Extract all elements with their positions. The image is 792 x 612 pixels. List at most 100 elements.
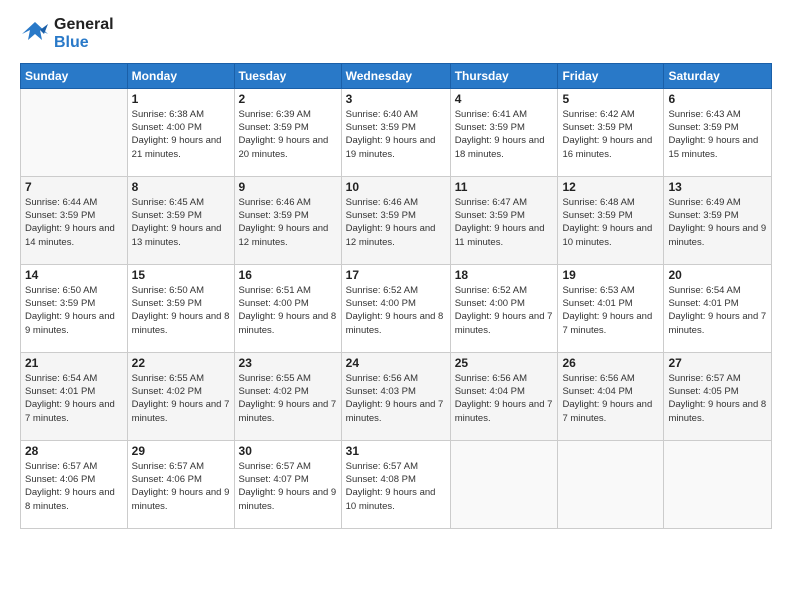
day-number: 22 bbox=[132, 356, 230, 370]
calendar-table: SundayMondayTuesdayWednesdayThursdayFrid… bbox=[20, 63, 772, 529]
day-detail: Sunrise: 6:57 AMSunset: 4:07 PMDaylight:… bbox=[239, 460, 337, 513]
calendar-cell: 25 Sunrise: 6:56 AMSunset: 4:04 PMDayligh… bbox=[450, 352, 558, 440]
calendar-cell: 8Sunrise: 6:45 AMSunset: 3:59 PMDaylight… bbox=[127, 176, 234, 264]
calendar-cell: 20 Sunrise: 6:54 AMSunset: 4:01 PMDayligh… bbox=[664, 264, 772, 352]
day-number: 9 bbox=[239, 180, 337, 194]
day-number: 17 bbox=[346, 268, 446, 282]
week-row-2: 7Sunrise: 6:44 AMSunset: 3:59 PMDaylight… bbox=[21, 176, 772, 264]
calendar-cell: 24Sunrise: 6:56 AMSunset: 4:03 PMDayligh… bbox=[341, 352, 450, 440]
week-row-1: 1Sunrise: 6:38 AMSunset: 4:00 PMDaylight… bbox=[21, 88, 772, 176]
col-header-tuesday: Tuesday bbox=[234, 63, 341, 88]
day-number: 30 bbox=[239, 444, 337, 458]
calendar-cell: 16 Sunrise: 6:51 AMSunset: 4:00 PMDayligh… bbox=[234, 264, 341, 352]
col-header-sunday: Sunday bbox=[21, 63, 128, 88]
calendar-cell: 10 Sunrise: 6:46 AMSunset: 3:59 PMDayligh… bbox=[341, 176, 450, 264]
col-header-wednesday: Wednesday bbox=[341, 63, 450, 88]
col-header-saturday: Saturday bbox=[664, 63, 772, 88]
calendar-cell: 31 Sunrise: 6:57 AMSunset: 4:08 PMDayligh… bbox=[341, 440, 450, 528]
day-detail: Sunrise: 6:51 AMSunset: 4:00 PMDaylight:… bbox=[239, 284, 337, 337]
page: General Blue SundayMondayTuesdayWednesda… bbox=[0, 0, 792, 612]
week-row-3: 14Sunrise: 6:50 AMSunset: 3:59 PMDayligh… bbox=[21, 264, 772, 352]
day-detail: Sunrise: 6:55 AMSunset: 4:02 PMDaylight:… bbox=[239, 372, 337, 425]
logo-icon bbox=[20, 20, 50, 48]
day-detail: Sunrise: 6:42 AMSunset: 3:59 PMDaylight:… bbox=[562, 108, 659, 161]
col-header-friday: Friday bbox=[558, 63, 664, 88]
day-detail: Sunrise: 6:54 AMSunset: 4:01 PMDaylight:… bbox=[25, 372, 123, 425]
day-number: 8 bbox=[132, 180, 230, 194]
day-number: 23 bbox=[239, 356, 337, 370]
calendar-cell: 17 Sunrise: 6:52 AMSunset: 4:00 PMDayligh… bbox=[341, 264, 450, 352]
logo-text-line1: General bbox=[54, 16, 114, 34]
day-number: 24 bbox=[346, 356, 446, 370]
day-detail: Sunrise: 6:48 AMSunset: 3:59 PMDaylight:… bbox=[562, 196, 659, 249]
header: General Blue bbox=[20, 16, 772, 53]
calendar-cell: 13Sunrise: 6:49 AMSunset: 3:59 PMDayligh… bbox=[664, 176, 772, 264]
day-number: 10 bbox=[346, 180, 446, 194]
day-number: 6 bbox=[668, 92, 767, 106]
day-number: 2 bbox=[239, 92, 337, 106]
calendar-cell: 29Sunrise: 6:57 AMSunset: 4:06 PMDayligh… bbox=[127, 440, 234, 528]
day-number: 20 bbox=[668, 268, 767, 282]
day-number: 26 bbox=[562, 356, 659, 370]
day-number: 15 bbox=[132, 268, 230, 282]
calendar-cell: 23 Sunrise: 6:55 AMSunset: 4:02 PMDayligh… bbox=[234, 352, 341, 440]
day-detail: Sunrise: 6:46 AMSunset: 3:59 PMDaylight:… bbox=[239, 196, 337, 249]
calendar-cell: 22 Sunrise: 6:55 AMSunset: 4:02 PMDayligh… bbox=[127, 352, 234, 440]
calendar-cell: 30 Sunrise: 6:57 AMSunset: 4:07 PMDayligh… bbox=[234, 440, 341, 528]
col-header-thursday: Thursday bbox=[450, 63, 558, 88]
calendar-cell: 21 Sunrise: 6:54 AMSunset: 4:01 PMDayligh… bbox=[21, 352, 128, 440]
day-detail: Sunrise: 6:54 AMSunset: 4:01 PMDaylight:… bbox=[668, 284, 767, 337]
day-number: 4 bbox=[455, 92, 554, 106]
day-detail: Sunrise: 6:50 AMSunset: 3:59 PMDaylight:… bbox=[25, 284, 123, 337]
day-detail: Sunrise: 6:50 AMSunset: 3:59 PMDaylight:… bbox=[132, 284, 230, 337]
calendar-cell: 1Sunrise: 6:38 AMSunset: 4:00 PMDaylight… bbox=[127, 88, 234, 176]
day-detail: Sunrise: 6:41 AMSunset: 3:59 PMDaylight:… bbox=[455, 108, 554, 161]
day-number: 18 bbox=[455, 268, 554, 282]
calendar-cell: 2 Sunrise: 6:39 AMSunset: 3:59 PMDaylight… bbox=[234, 88, 341, 176]
day-detail: Sunrise: 6:55 AMSunset: 4:02 PMDaylight:… bbox=[132, 372, 230, 425]
calendar-cell bbox=[21, 88, 128, 176]
day-detail: Sunrise: 6:53 AMSunset: 4:01 PMDaylight:… bbox=[562, 284, 659, 337]
week-row-4: 21 Sunrise: 6:54 AMSunset: 4:01 PMDayligh… bbox=[21, 352, 772, 440]
calendar-cell: 4 Sunrise: 6:41 AMSunset: 3:59 PMDaylight… bbox=[450, 88, 558, 176]
day-number: 25 bbox=[455, 356, 554, 370]
calendar-cell bbox=[558, 440, 664, 528]
logo-text-line2: Blue bbox=[54, 34, 114, 52]
day-detail: Sunrise: 6:39 AMSunset: 3:59 PMDaylight:… bbox=[239, 108, 337, 161]
day-detail: Sunrise: 6:52 AMSunset: 4:00 PMDaylight:… bbox=[346, 284, 446, 337]
day-number: 19 bbox=[562, 268, 659, 282]
day-number: 31 bbox=[346, 444, 446, 458]
day-number: 1 bbox=[132, 92, 230, 106]
day-detail: Sunrise: 6:57 AMSunset: 4:06 PMDaylight:… bbox=[25, 460, 123, 513]
day-detail: Sunrise: 6:57 AMSunset: 4:08 PMDaylight:… bbox=[346, 460, 446, 513]
day-number: 3 bbox=[346, 92, 446, 106]
calendar-cell: 11Sunrise: 6:47 AMSunset: 3:59 PMDayligh… bbox=[450, 176, 558, 264]
calendar-cell: 28 Sunrise: 6:57 AMSunset: 4:06 PMDayligh… bbox=[21, 440, 128, 528]
calendar-cell bbox=[450, 440, 558, 528]
calendar-cell: 15 Sunrise: 6:50 AMSunset: 3:59 PMDayligh… bbox=[127, 264, 234, 352]
day-number: 13 bbox=[668, 180, 767, 194]
calendar-cell: 7Sunrise: 6:44 AMSunset: 3:59 PMDaylight… bbox=[21, 176, 128, 264]
day-number: 12 bbox=[562, 180, 659, 194]
day-number: 28 bbox=[25, 444, 123, 458]
calendar-cell: 3Sunrise: 6:40 AMSunset: 3:59 PMDaylight… bbox=[341, 88, 450, 176]
day-number: 21 bbox=[25, 356, 123, 370]
week-row-5: 28 Sunrise: 6:57 AMSunset: 4:06 PMDayligh… bbox=[21, 440, 772, 528]
day-detail: Sunrise: 6:57 AMSunset: 4:05 PMDaylight:… bbox=[668, 372, 767, 425]
day-number: 5 bbox=[562, 92, 659, 106]
calendar-header-row: SundayMondayTuesdayWednesdayThursdayFrid… bbox=[21, 63, 772, 88]
day-detail: Sunrise: 6:52 AMSunset: 4:00 PMDaylight:… bbox=[455, 284, 554, 337]
day-number: 27 bbox=[668, 356, 767, 370]
day-detail: Sunrise: 6:47 AMSunset: 3:59 PMDaylight:… bbox=[455, 196, 554, 249]
day-number: 7 bbox=[25, 180, 123, 194]
calendar-cell: 26 Sunrise: 6:56 AMSunset: 4:04 PMDayligh… bbox=[558, 352, 664, 440]
calendar-cell: 9 Sunrise: 6:46 AMSunset: 3:59 PMDaylight… bbox=[234, 176, 341, 264]
day-detail: Sunrise: 6:56 AMSunset: 4:04 PMDaylight:… bbox=[562, 372, 659, 425]
day-number: 29 bbox=[132, 444, 230, 458]
day-detail: Sunrise: 6:43 AMSunset: 3:59 PMDaylight:… bbox=[668, 108, 767, 161]
logo: General Blue bbox=[20, 16, 114, 53]
day-number: 16 bbox=[239, 268, 337, 282]
day-detail: Sunrise: 6:46 AMSunset: 3:59 PMDaylight:… bbox=[346, 196, 446, 249]
day-detail: Sunrise: 6:56 AMSunset: 4:04 PMDaylight:… bbox=[455, 372, 554, 425]
calendar-cell: 12 Sunrise: 6:48 AMSunset: 3:59 PMDayligh… bbox=[558, 176, 664, 264]
